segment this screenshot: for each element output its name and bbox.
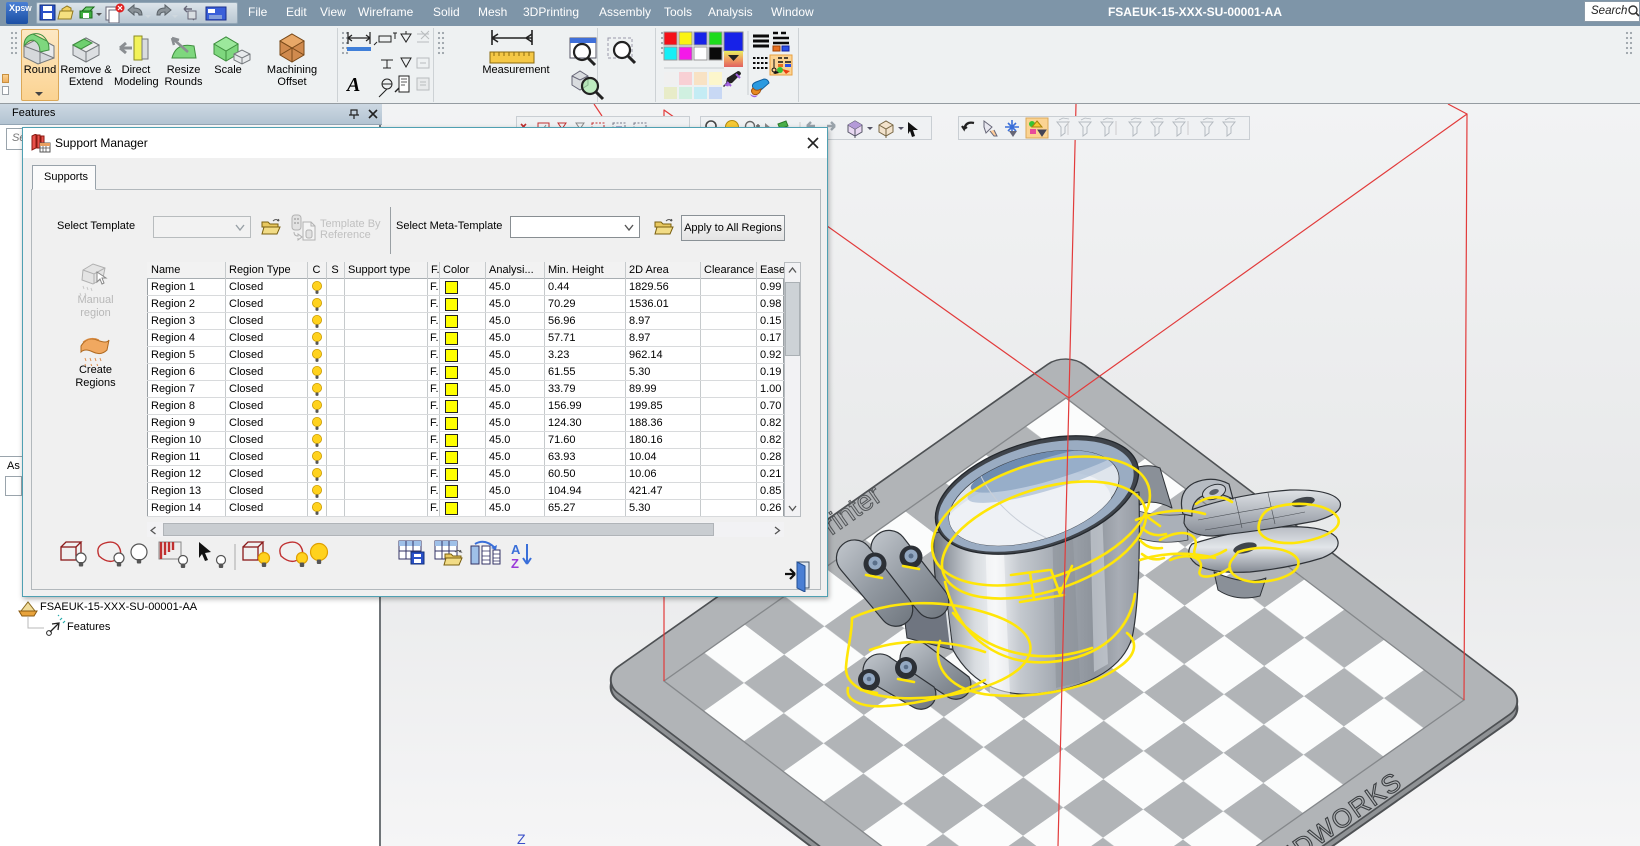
svg-text:A: A [511,542,521,557]
svg-text:Z: Z [511,556,519,571]
svg-text:Z: Z [517,831,526,846]
svg-text:A: A [345,74,360,96]
